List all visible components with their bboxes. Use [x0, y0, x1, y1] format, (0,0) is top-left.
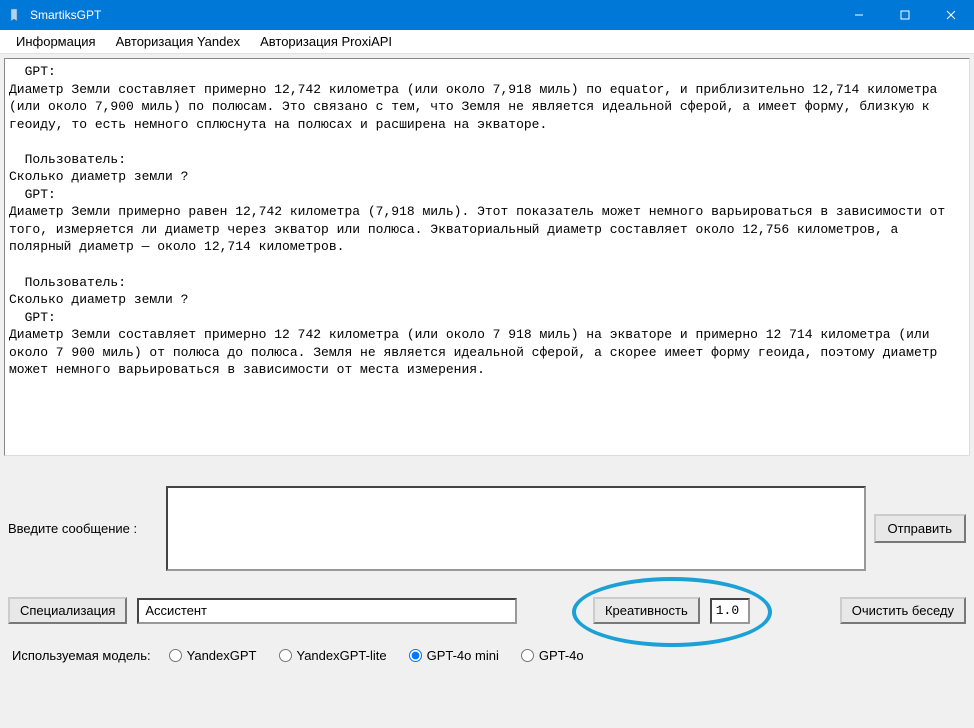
radio-yandexgpt-lite-label: YandexGPT-lite: [297, 648, 387, 663]
message-label: Введите сообщение :: [8, 521, 158, 536]
app-icon: [8, 7, 24, 23]
close-button[interactable]: [928, 0, 974, 30]
radio-gpt4o-mini[interactable]: GPT-4o mini: [409, 648, 499, 663]
minimize-button[interactable]: [836, 0, 882, 30]
window-title: SmartiksGPT: [30, 8, 101, 22]
radio-gpt4o[interactable]: GPT-4o: [521, 648, 584, 663]
menubar: Информация Авторизация Yandex Авторизаци…: [0, 30, 974, 54]
menu-info[interactable]: Информация: [6, 31, 106, 52]
maximize-button[interactable]: [882, 0, 928, 30]
send-button[interactable]: Отправить: [874, 514, 966, 543]
message-input[interactable]: [166, 486, 866, 571]
radio-yandexgpt-lite[interactable]: YandexGPT-lite: [279, 648, 387, 663]
creativity-button[interactable]: Креативность: [593, 597, 700, 624]
radio-yandexgpt-lite-input[interactable]: [279, 649, 292, 662]
model-label: Используемая модель:: [12, 648, 151, 663]
creativity-input[interactable]: [710, 598, 750, 624]
radio-gpt4o-label: GPT-4o: [539, 648, 584, 663]
radio-yandexgpt-label: YandexGPT: [187, 648, 257, 663]
specialization-button[interactable]: Специализация: [8, 597, 127, 624]
input-section: Введите сообщение : Отправить: [8, 486, 966, 571]
menu-auth-proxiapi[interactable]: Авторизация ProxiAPI: [250, 31, 402, 52]
clear-button[interactable]: Очистить беседу: [840, 597, 966, 624]
controls-row: Специализация Креативность Очистить бесе…: [8, 597, 966, 624]
chat-log[interactable]: GPT: Диаметр Земли составляет примерно 1…: [4, 58, 970, 456]
specialization-input[interactable]: [137, 598, 517, 624]
titlebar: SmartiksGPT: [0, 0, 974, 30]
radio-yandexgpt[interactable]: YandexGPT: [169, 648, 257, 663]
radio-gpt4o-mini-label: GPT-4o mini: [427, 648, 499, 663]
model-row: Используемая модель: YandexGPT YandexGPT…: [12, 648, 966, 663]
model-radio-group: YandexGPT YandexGPT-lite GPT-4o mini GPT…: [169, 648, 584, 663]
radio-gpt4o-input[interactable]: [521, 649, 534, 662]
radio-gpt4o-mini-input[interactable]: [409, 649, 422, 662]
menu-auth-yandex[interactable]: Авторизация Yandex: [106, 31, 251, 52]
radio-yandexgpt-input[interactable]: [169, 649, 182, 662]
